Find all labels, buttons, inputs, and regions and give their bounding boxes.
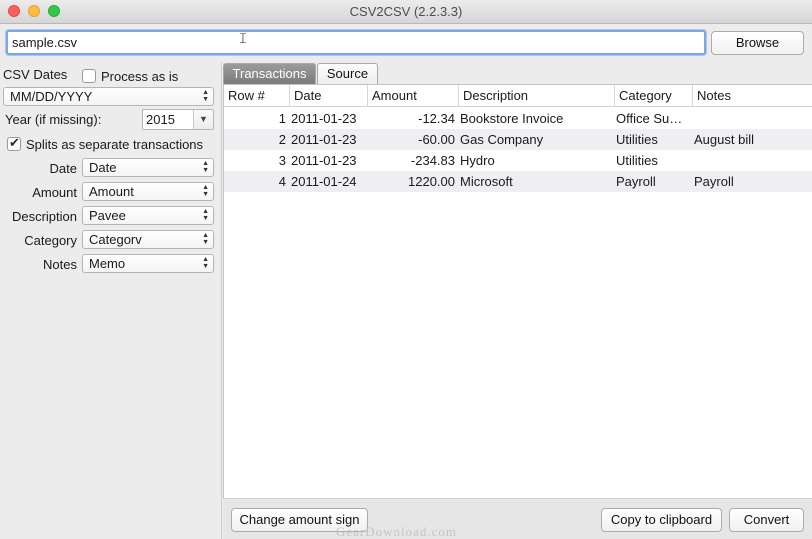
cell-notes: Payroll — [694, 174, 734, 189]
description-mapping-value: Pavee — [89, 208, 126, 223]
table-row[interactable]: 4 2011-01-24 1220.00 Microsoft Payroll P… — [224, 171, 812, 192]
copy-to-clipboard-button[interactable]: Copy to clipboard — [601, 508, 722, 532]
transactions-table: Row # Date Amount Description Category N… — [223, 84, 812, 498]
column-header-amount[interactable]: Amount — [368, 85, 459, 107]
up-down-arrows-icon: ▲ ▼ — [202, 160, 209, 174]
column-header-date[interactable]: Date — [290, 85, 368, 107]
cell-row-number: 2 — [278, 132, 286, 147]
cell-notes: August bill — [694, 132, 754, 147]
date-mapping-value: Date — [89, 160, 117, 175]
cell-category: Payroll — [616, 174, 656, 189]
text-cursor-icon: 𝙸 — [238, 30, 248, 46]
cell-date: 2011-01-23 — [291, 132, 357, 147]
process-as-is-label: Process as is — [101, 69, 179, 84]
column-header-category[interactable]: Category — [615, 85, 693, 107]
category-mapping-value: Categorv — [89, 232, 142, 247]
cell-category: Utilities — [616, 132, 658, 147]
category-mapping-select[interactable]: Categorv ▲ ▼ — [82, 230, 214, 249]
cell-amount: -60.00 — [418, 132, 455, 147]
cell-amount: -12.34 — [418, 111, 455, 126]
mapping-label-date: Date — [49, 161, 77, 176]
cell-description: Microsoft — [460, 174, 513, 189]
minimize-window-button[interactable] — [28, 5, 40, 17]
chevron-down-icon[interactable]: ▼ — [193, 110, 213, 129]
tab-transactions[interactable]: Transactions — [223, 63, 316, 84]
cell-amount: -234.83 — [410, 153, 455, 168]
splits-label: Splits as separate transactions — [26, 137, 204, 152]
convert-button[interactable]: Convert — [729, 508, 804, 532]
description-mapping-select[interactable]: Pavee ▲ ▼ — [82, 206, 214, 225]
cell-row-number: 4 — [278, 174, 286, 189]
zoom-window-button[interactable] — [48, 5, 60, 17]
cell-row-number: 3 — [278, 153, 286, 168]
notes-mapping-select[interactable]: Memo ▲ ▼ — [82, 254, 214, 273]
panel-divider[interactable] — [221, 62, 222, 539]
cell-description: Gas Company — [460, 132, 544, 147]
up-down-arrows-icon: ▲ ▼ — [202, 232, 209, 246]
app-window: CSV2CSV (2.2.3.3) sample.csv 𝙸 Browse CS… — [0, 0, 812, 539]
notes-mapping-value: Memo — [89, 256, 126, 271]
table-row[interactable]: 2 2011-01-23 -60.00 Gas Company Utilitie… — [224, 129, 812, 150]
cell-amount: 1220.00 — [408, 174, 455, 189]
year-value: 2015 — [146, 112, 175, 127]
column-header-description[interactable]: Description — [459, 85, 615, 107]
tab-source[interactable]: Source — [317, 63, 378, 84]
csv-dates-label: CSV Dates — [3, 67, 68, 82]
cell-description: Bookstore Invoice — [460, 111, 564, 126]
date-format-select[interactable]: MM/DD/YYYY ▲ ▼ — [3, 87, 214, 106]
amount-mapping-value: Amount — [89, 184, 134, 199]
mapping-label-category: Category — [24, 233, 77, 248]
up-down-arrows-icon: ▲ ▼ — [202, 89, 209, 103]
table-header: Row # Date Amount Description Category N… — [224, 85, 812, 107]
table-row[interactable]: 3 2011-01-23 -234.83 Hydro Utilities — [224, 150, 812, 171]
cell-notes — [694, 150, 812, 171]
mapping-label-description: Description — [11, 209, 77, 224]
cell-notes — [694, 108, 812, 129]
table-row[interactable]: 1 2011-01-23 -12.34 Bookstore Invoice Of… — [224, 108, 812, 129]
window-title: CSV2CSV (2.2.3.3) — [349, 4, 463, 19]
mapping-label-amount: Amount — [32, 185, 77, 200]
browse-button[interactable]: Browse — [711, 31, 804, 55]
close-window-button[interactable] — [8, 5, 20, 17]
file-path-input[interactable]: sample.csv — [6, 30, 706, 55]
cell-date: 2011-01-23 — [291, 111, 357, 126]
mapping-label-notes: Notes — [43, 257, 77, 272]
amount-mapping-select[interactable]: Amount ▲ ▼ — [82, 182, 214, 201]
up-down-arrows-icon: ▲ ▼ — [202, 184, 209, 198]
cell-date: 2011-01-24 — [291, 174, 357, 189]
cell-category: Office Su… — [616, 111, 683, 126]
title-bar: CSV2CSV (2.2.3.3) — [0, 0, 812, 24]
cell-description: Hydro — [460, 153, 495, 168]
date-mapping-select[interactable]: Date ▲ ▼ — [82, 158, 214, 177]
up-down-arrows-icon: ▲ ▼ — [202, 208, 209, 222]
cell-row-number: 1 — [278, 111, 286, 126]
year-label: Year (if missing): — [5, 112, 102, 127]
year-combobox[interactable]: 2015 ▼ — [142, 109, 214, 130]
up-down-arrows-icon: ▲ ▼ — [202, 256, 209, 270]
column-header-notes[interactable]: Notes — [693, 85, 812, 107]
process-as-is-checkbox[interactable] — [82, 69, 96, 83]
date-format-value: MM/DD/YYYY — [10, 89, 93, 104]
cell-category: Utilities — [616, 153, 658, 168]
cell-date: 2011-01-23 — [291, 153, 357, 168]
splits-checkbox[interactable] — [7, 135, 21, 151]
column-header-row-number[interactable]: Row # — [224, 85, 290, 107]
watermark: GearDownload.com — [336, 524, 458, 539]
